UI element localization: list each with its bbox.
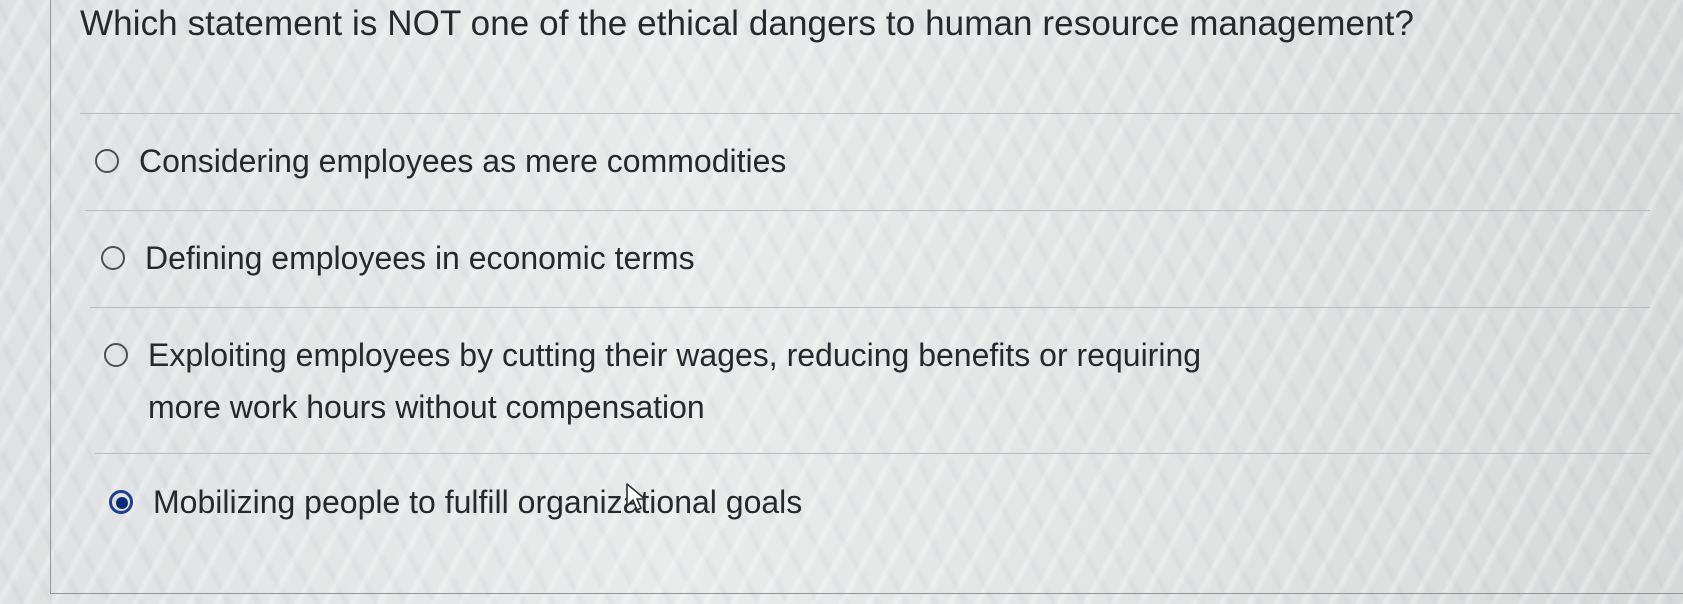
radio-button[interactable] [101,246,125,270]
option-label-group: Exploiting employees by cutting their wa… [148,334,1201,432]
divider [90,307,1650,308]
radio-button-selected[interactable] [109,490,133,514]
option-label-line2: more work hours without compensation [148,389,705,425]
answer-option-2[interactable]: Defining employees in economic terms [101,237,695,283]
option-label: Defining employees in economic terms [145,240,695,276]
divider [85,210,1650,211]
option-label: Exploiting employees by cutting their wa… [148,337,1202,373]
question-text: Which statement is NOT one of the ethica… [80,4,1415,43]
radio-button[interactable] [95,149,119,173]
option-label: Considering employees as mere commoditie… [139,143,787,179]
answer-option-3[interactable]: Exploiting employees by cutting their wa… [104,334,1201,432]
radio-button[interactable] [104,343,128,367]
option-label: Mobilizing people to fulfill organizatio… [153,484,803,520]
mouse-pointer-icon [626,483,646,511]
answer-option-1[interactable]: Considering employees as mere commoditie… [95,140,786,186]
divider [80,113,1680,114]
answer-option-4[interactable]: Mobilizing people to fulfill organizatio… [109,481,802,527]
divider [95,453,1650,454]
